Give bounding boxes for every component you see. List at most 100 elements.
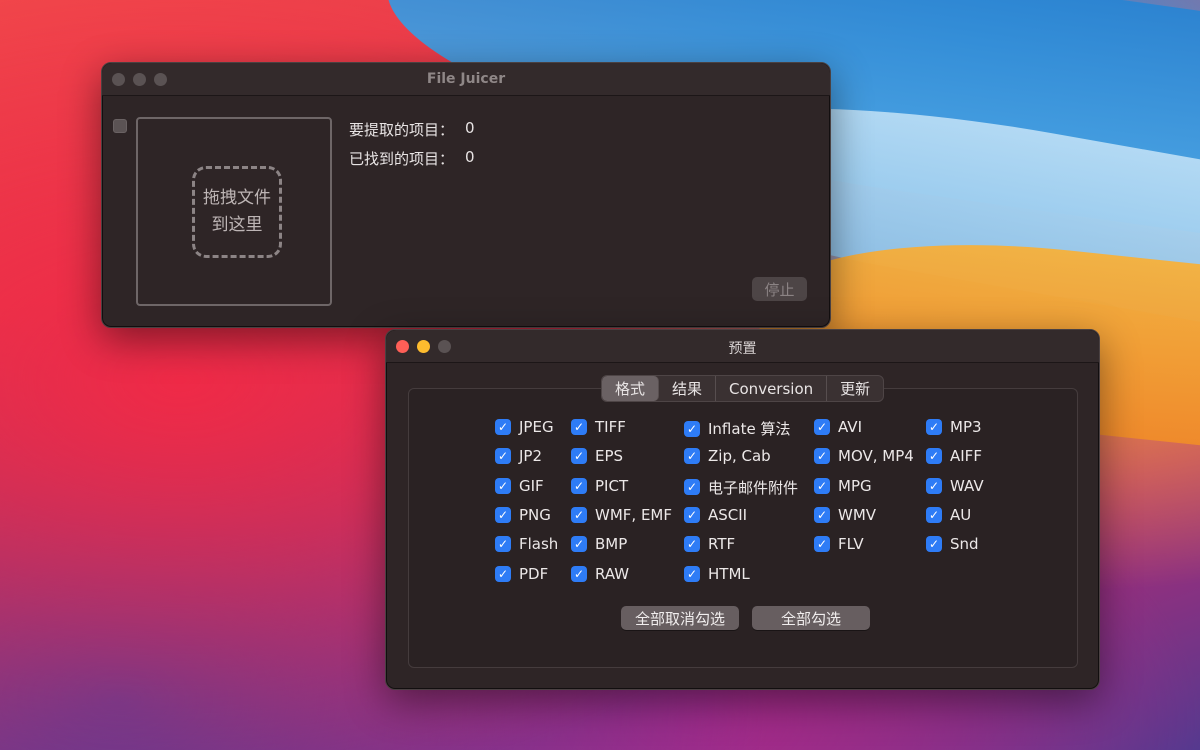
format-option[interactable]: ✓ Inflate 算法 xyxy=(684,418,790,439)
format-option-label: ASCII xyxy=(708,505,748,524)
checkbox[interactable]: ✓ xyxy=(926,477,942,494)
checkbox[interactable]: ✓ xyxy=(814,477,830,494)
format-option[interactable]: ✓ Flash xyxy=(495,535,558,553)
format-option[interactable]: ✓ MP3 xyxy=(926,418,982,436)
checkbox[interactable]: ✓ xyxy=(814,536,830,553)
format-option-label: FLV xyxy=(838,535,864,554)
checkbox[interactable]: ✓ xyxy=(571,565,587,582)
drop-hint-line1: 拖拽文件 xyxy=(203,188,271,208)
checkbox[interactable]: ✓ xyxy=(684,565,700,582)
format-option[interactable]: ✓ RTF xyxy=(684,535,735,553)
checkbox[interactable]: ✓ xyxy=(684,536,700,553)
format-option-label: PDF xyxy=(519,564,549,583)
checkbox[interactable]: ✓ xyxy=(684,479,700,496)
format-option[interactable]: ✓ HTML xyxy=(684,565,750,583)
checkbox[interactable]: ✓ xyxy=(684,448,700,465)
format-option-label: AVI xyxy=(838,418,862,436)
format-option[interactable]: ✓ AU xyxy=(926,506,971,524)
format-option-label: Flash xyxy=(519,535,559,554)
format-option-label: 电子邮件附件 xyxy=(708,478,799,497)
format-option[interactable]: ✓ MOV, MP4 xyxy=(814,447,914,465)
tab-updates[interactable]: 更新 xyxy=(827,376,883,401)
file-juicer-window: File Juicer 拖拽文件 到这里 要提取的项目： 0 已找到的项目： 0… xyxy=(101,62,831,328)
items-to-extract-label: 要提取的项目： xyxy=(349,121,455,139)
format-option-label: EPS xyxy=(595,447,624,466)
items-found-value: 0 xyxy=(465,148,475,166)
checkbox[interactable]: ✓ xyxy=(495,419,511,435)
checkbox[interactable]: ✓ xyxy=(571,536,587,553)
format-option[interactable]: ✓ PNG xyxy=(495,506,551,524)
checkbox[interactable]: ✓ xyxy=(571,419,587,435)
format-option[interactable]: ✓ JPEG xyxy=(495,418,554,436)
format-option-label: TIFF xyxy=(595,418,626,436)
format-option[interactable]: ✓ WMV xyxy=(814,506,876,524)
format-option[interactable]: ✓ FLV xyxy=(814,535,864,553)
format-option[interactable]: ✓ EPS xyxy=(571,447,623,465)
format-option[interactable]: ✓ AIFF xyxy=(926,447,982,465)
format-option[interactable]: ✓ TIFF xyxy=(571,418,626,436)
format-option-label: AIFF xyxy=(950,447,982,466)
stop-button[interactable]: 停止 xyxy=(752,277,807,301)
checkbox[interactable]: ✓ xyxy=(926,536,942,553)
drop-hint-line2: 到这里 xyxy=(211,215,263,235)
checkbox[interactable]: ✓ xyxy=(495,565,511,582)
format-option[interactable]: ✓ PICT xyxy=(571,477,628,495)
titlebar: 预置 xyxy=(386,330,1099,363)
format-option-label: HTML xyxy=(708,564,750,583)
format-option[interactable]: ✓ GIF xyxy=(495,477,544,495)
format-option[interactable]: ✓ RAW xyxy=(571,565,629,583)
format-option-label: BMP xyxy=(595,535,628,554)
checkbox[interactable]: ✓ xyxy=(495,506,511,523)
tab-bar: 格式 结果 Conversion 更新 xyxy=(601,375,885,402)
format-option-label: MOV, MP4 xyxy=(838,447,914,466)
checkbox[interactable]: ✓ xyxy=(926,419,942,435)
format-option-label: MP3 xyxy=(950,418,982,436)
checkbox[interactable]: ✓ xyxy=(684,420,700,437)
checkbox[interactable]: ✓ xyxy=(495,536,511,553)
checkbox[interactable]: ✓ xyxy=(926,506,942,523)
checkbox[interactable]: ✓ xyxy=(571,448,587,465)
format-option[interactable]: ✓ PDF xyxy=(495,565,548,583)
option-checkbox[interactable] xyxy=(113,119,127,133)
preferences-window: 预置 格式 结果 Conversion 更新 ✓ JPEG ✓ JP2 ✓ GIF ✓ PNG… xyxy=(385,329,1100,690)
format-option[interactable]: ✓ BMP xyxy=(571,535,627,553)
format-option-label: MPG xyxy=(838,476,872,495)
checkbox[interactable]: ✓ xyxy=(684,506,700,523)
format-option-label: JP2 xyxy=(519,447,543,466)
items-found: 已找到的项目： 0 xyxy=(349,148,475,169)
window-title: 预置 xyxy=(728,341,757,357)
checkbox[interactable]: ✓ xyxy=(814,419,830,435)
format-option[interactable]: ✓ WMF, EMF xyxy=(571,506,672,524)
format-option[interactable]: ✓ AVI xyxy=(814,418,862,436)
deselect-all-button[interactable]: 全部取消勾选 xyxy=(621,606,739,630)
format-option-label: RAW xyxy=(595,564,630,583)
format-option[interactable]: ✓ WAV xyxy=(926,477,984,495)
checkbox[interactable]: ✓ xyxy=(571,477,587,494)
format-option-label: Snd xyxy=(950,535,979,554)
format-option[interactable]: ✓ Snd xyxy=(926,535,979,553)
tab-conversion[interactable]: Conversion xyxy=(716,376,828,401)
format-option-label: WMV xyxy=(838,505,877,524)
checkbox[interactable]: ✓ xyxy=(926,448,942,465)
format-option-label: RTF xyxy=(708,535,736,554)
titlebar: File Juicer xyxy=(102,63,830,96)
drop-zone[interactable]: 拖拽文件 到这里 xyxy=(136,117,332,306)
checkbox[interactable]: ✓ xyxy=(814,448,830,465)
tab-results[interactable]: 结果 xyxy=(659,376,717,401)
format-option[interactable]: ✓ MPG xyxy=(814,477,872,495)
format-option-label: JPEG xyxy=(519,418,554,436)
format-option[interactable]: ✓ ASCII xyxy=(684,506,747,524)
checkbox[interactable]: ✓ xyxy=(814,506,830,523)
format-option-label: WMF, EMF xyxy=(595,505,672,524)
checkbox[interactable]: ✓ xyxy=(495,448,511,465)
tab-formats[interactable]: 格式 xyxy=(602,376,660,401)
checkbox[interactable]: ✓ xyxy=(571,506,587,523)
format-option[interactable]: ✓ Zip, Cab xyxy=(684,447,771,465)
format-option[interactable]: ✓ 电子邮件附件 xyxy=(684,477,798,498)
format-option[interactable]: ✓ JP2 xyxy=(495,447,542,465)
format-option-label: PICT xyxy=(595,476,629,495)
format-option-label: Zip, Cab xyxy=(708,447,771,466)
select-all-button[interactable]: 全部勾选 xyxy=(752,606,870,630)
checkbox[interactable]: ✓ xyxy=(495,477,511,494)
items-found-label: 已找到的项目： xyxy=(349,150,455,168)
